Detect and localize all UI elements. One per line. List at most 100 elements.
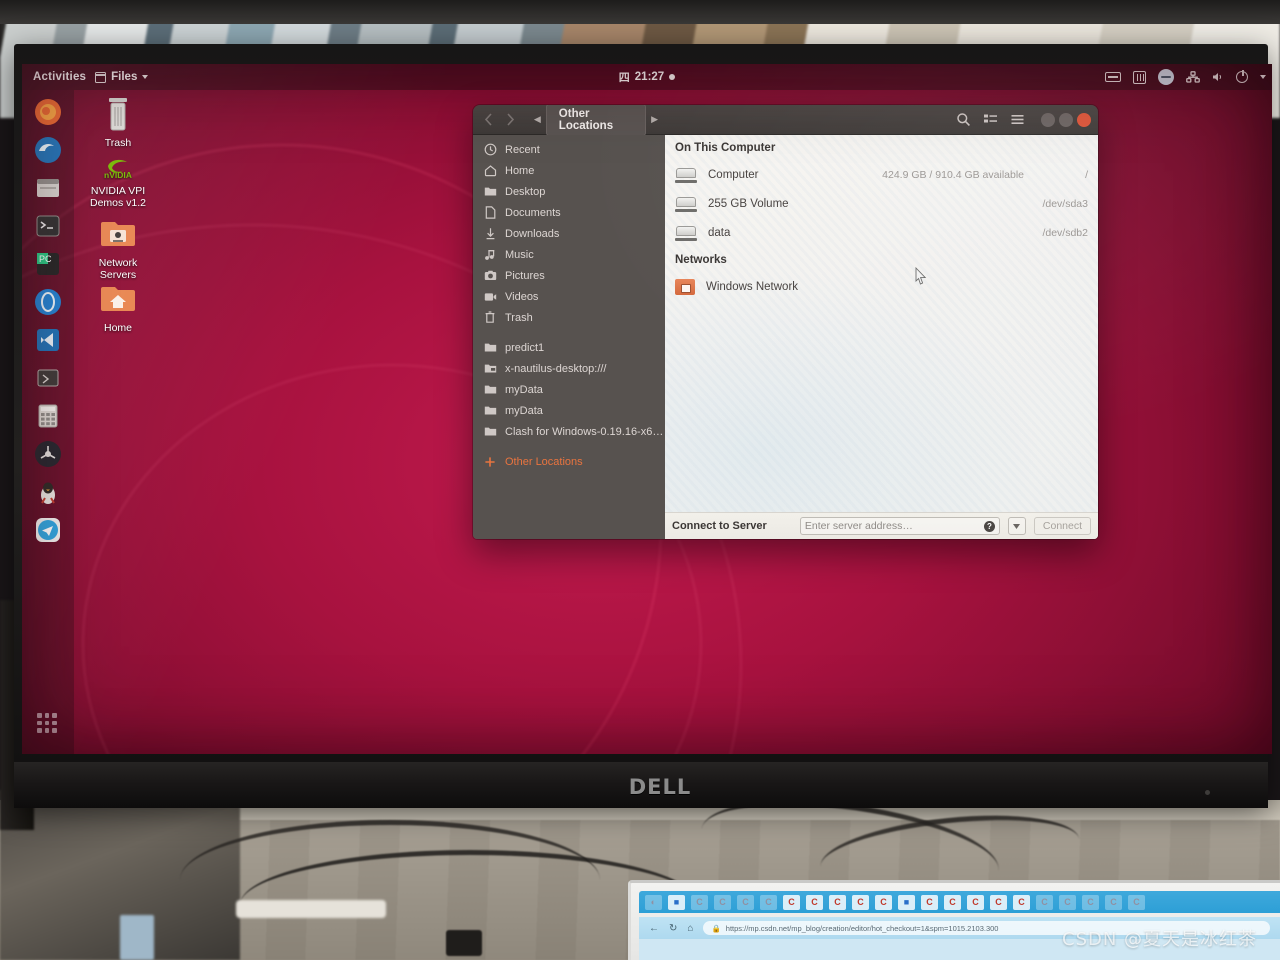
help-icon[interactable]: ?	[983, 520, 995, 532]
maximize-icon[interactable]	[1059, 112, 1073, 127]
dock-item-terminal[interactable]	[32, 210, 64, 242]
browser-tab[interactable]: C	[1082, 894, 1099, 910]
sidebar-item-recent[interactable]: Recent	[473, 139, 665, 160]
dock-item-edge-dev[interactable]	[32, 286, 64, 318]
accessibility-icon[interactable]	[1158, 69, 1174, 85]
browser-tab[interactable]: C	[783, 894, 800, 910]
sidebar-item-trash[interactable]: Trash	[473, 307, 665, 328]
home-folder-icon	[96, 279, 140, 319]
desktop-icon-home[interactable]: Home	[82, 279, 154, 334]
dock-item-telegram[interactable]	[32, 514, 64, 546]
system-tray[interactable]	[1105, 64, 1266, 90]
sidebar-item-music[interactable]: Music	[473, 244, 665, 265]
dock-item-obs-studio[interactable]	[32, 438, 64, 470]
desktop-icon-network-servers[interactable]: Network Servers	[82, 214, 154, 281]
desktop-icon-label: Trash	[104, 137, 132, 149]
sidebar-item-documents[interactable]: Documents	[473, 202, 665, 223]
view-list-icon[interactable]	[983, 112, 999, 128]
sidebar-item-home[interactable]: Home	[473, 160, 665, 181]
power-icon[interactable]	[1236, 70, 1248, 83]
sidebar-item-downloads[interactable]: Downloads	[473, 223, 665, 244]
dock-item-penguin-app[interactable]	[32, 476, 64, 508]
volume-icon[interactable]	[1212, 71, 1224, 83]
browser-tab[interactable]: C	[875, 894, 892, 910]
sidebar-item-videos[interactable]: Videos	[473, 286, 665, 307]
chevron-left-small-icon[interactable]: ◀	[529, 114, 546, 125]
chevron-right-small-icon[interactable]: ▶	[646, 114, 663, 125]
server-address-input[interactable]	[804, 520, 980, 532]
browser-tab[interactable]: C	[944, 894, 961, 910]
browser-tab[interactable]: C	[852, 894, 869, 910]
nautilus-files-window[interactable]: ◀ Other Locations ▶ Recent Home Desktop …	[473, 105, 1098, 539]
connect-button[interactable]: Connect	[1033, 517, 1091, 535]
sidebar-item-desktop[interactable]: Desktop	[473, 181, 665, 202]
sidebar-item-pictures[interactable]: Pictures	[473, 265, 665, 286]
browser-tab[interactable]: C	[1013, 894, 1030, 910]
browser-tab[interactable]: ◐	[645, 894, 662, 910]
breadcrumb-current[interactable]: Other Locations	[545, 105, 647, 136]
desktop-icon-trash[interactable]: Trash	[82, 94, 154, 149]
table-row[interactable]: Windows Network	[665, 272, 1098, 301]
server-address-field[interactable]: ?	[799, 517, 1000, 535]
browser-tab[interactable]: C	[1128, 894, 1145, 910]
browser-tab[interactable]: C	[737, 894, 754, 910]
ubuntu-dock[interactable]: PC	[22, 90, 74, 754]
browser-tab[interactable]: C	[921, 894, 938, 910]
browser-tab[interactable]: C	[760, 894, 777, 910]
browser-tab[interactable]: C	[691, 894, 708, 910]
dock-item-firefox[interactable]	[32, 96, 64, 128]
desktop-icon-nvidia-vpi-demos[interactable]: nVIDIA NVIDIA VPI Demos v1.2	[82, 152, 154, 209]
clock-menu[interactable]: 四 21:27	[582, 69, 712, 85]
dock-item-pycharm[interactable]: PC	[32, 248, 64, 280]
sidebar-item-other-locations[interactable]: Other Locations	[473, 451, 665, 472]
minimize-icon[interactable]	[1041, 112, 1055, 127]
dock-item-files[interactable]	[32, 172, 64, 204]
sidebar-bookmark-x-nautilus-desktop[interactable]: x-nautilus-desktop:///	[473, 358, 665, 379]
dock-item-screenshot-tool[interactable]	[32, 362, 64, 394]
sidebar-bookmark-clash-for-windows[interactable]: Clash for Windows-0.19.16-x6…	[473, 421, 665, 442]
server-history-dropdown[interactable]	[1007, 517, 1026, 535]
hamburger-menu-icon[interactable]	[1010, 112, 1026, 128]
video-icon	[479, 292, 501, 302]
reload-icon[interactable]: ↻	[669, 923, 677, 934]
browser-tab[interactable]: C	[990, 894, 1007, 910]
back-button[interactable]	[479, 109, 499, 131]
browser-tab[interactable]: C	[714, 894, 731, 910]
table-row[interactable]: Computer 424.9 GB / 910.4 GB available /	[665, 160, 1098, 189]
sidebar-bookmark-predict1[interactable]: predict1	[473, 337, 665, 358]
table-row[interactable]: data /dev/sdb2	[665, 218, 1098, 247]
browser-tab[interactable]: C	[1036, 894, 1053, 910]
browser-tab[interactable]: C	[829, 894, 846, 910]
browser-tab[interactable]: C	[967, 894, 984, 910]
sidebar-item-label: Music	[505, 248, 534, 261]
screenshot-icon[interactable]	[1133, 70, 1146, 84]
sidebar-item-label: x-nautilus-desktop:///	[505, 362, 607, 375]
browser-tab[interactable]: C	[1105, 894, 1122, 910]
chevron-down-icon[interactable]	[1260, 75, 1266, 79]
network-icon[interactable]	[1186, 71, 1200, 83]
home-icon[interactable]: ⌂	[687, 923, 693, 934]
app-menu-files[interactable]: Files	[95, 71, 149, 83]
show-applications-button[interactable]	[34, 710, 60, 736]
forward-button[interactable]	[501, 109, 521, 131]
browser-tab[interactable]: C	[806, 894, 823, 910]
close-icon[interactable]	[1077, 112, 1091, 127]
sidebar-bookmark-mydata-1[interactable]: myData	[473, 379, 665, 400]
sidebar-item-label: Trash	[505, 311, 533, 324]
nautilus-content-area[interactable]: On This Computer Computer 424.9 GB / 910…	[665, 135, 1098, 539]
arrow-left-icon[interactable]: ←	[649, 923, 659, 934]
browser-tab[interactable]: ■	[668, 894, 685, 910]
browser-tab-strip[interactable]: ◐ ■ C C C C C C C C C ■ C C C C C C C C …	[639, 891, 1280, 913]
folder-remote-icon	[479, 363, 501, 374]
activities-button[interactable]: Activities	[22, 71, 95, 83]
sidebar-bookmark-mydata-2[interactable]: myData	[473, 400, 665, 421]
dock-item-edge[interactable]	[32, 134, 64, 166]
nautilus-sidebar[interactable]: Recent Home Desktop Documents Downloads …	[473, 135, 665, 539]
browser-tab[interactable]: C	[1059, 894, 1076, 910]
browser-tab[interactable]: ■	[898, 894, 915, 910]
search-icon[interactable]	[956, 112, 972, 128]
dock-item-vscode[interactable]	[32, 324, 64, 356]
keyboard-icon[interactable]	[1105, 72, 1121, 82]
table-row[interactable]: 255 GB Volume /dev/sda3	[665, 189, 1098, 218]
dock-item-calculator[interactable]	[32, 400, 64, 432]
